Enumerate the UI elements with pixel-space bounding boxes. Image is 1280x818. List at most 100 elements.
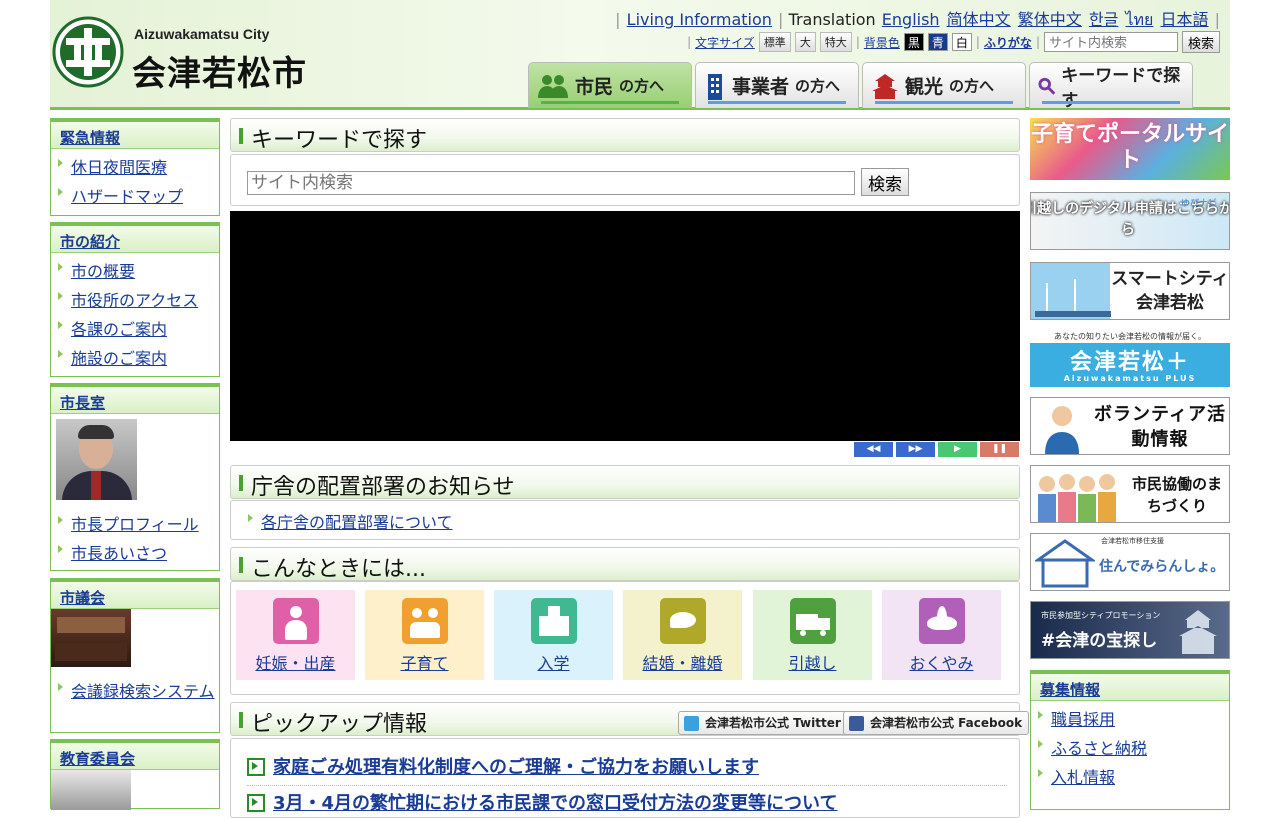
pickup-box: 家庭ごみ処理有料化制度へのご理解・ご協力をお願いします 3月・4月の繁忙期におけ… [230, 738, 1020, 818]
intro-link[interactable]: 市の紹介 [60, 233, 120, 251]
situation-marriage-link[interactable]: 結婚・離婚 [642, 654, 722, 673]
education-heading: 教育委員会 [51, 740, 219, 770]
education-link[interactable]: 教育委員会 [60, 750, 135, 768]
departments-link[interactable]: 各課のご案内 [71, 320, 167, 339]
situation-condolence-link[interactable]: おくやみ [909, 654, 973, 673]
lang-japanese-link[interactable]: 日本語 [1161, 10, 1209, 29]
situation-marriage-tile[interactable]: 結婚・離婚 [623, 590, 742, 680]
font-size-normal-button[interactable]: 標準 [758, 32, 791, 52]
lang-zh-hans-link[interactable]: 简体中文 [947, 10, 1011, 29]
translation-label: Translation [788, 10, 876, 29]
situation-moving-link[interactable]: 引越し [788, 654, 836, 673]
smart-city-banner[interactable]: スマートシティ会津若松 [1030, 262, 1230, 320]
holiday-medical-link[interactable]: 休日夜間医療 [71, 158, 167, 177]
sidebar-item-mayor-greeting: 市長あいさつ [51, 539, 219, 568]
hazard-map-link[interactable]: ハザードマップ [71, 187, 183, 206]
pickup-link-reception[interactable]: 3月・4月の繁忙期における市民課での窓口受付方法の変更等について [273, 793, 838, 814]
bid-info-link[interactable]: 入札情報 [1051, 768, 1115, 787]
bg-color-label[interactable]: 背景色 [864, 34, 900, 51]
situation-enrollment-tile[interactable]: 入学 [494, 590, 613, 680]
city-emblem-logo[interactable] [52, 16, 124, 88]
slide-play-button[interactable]: ▶ [938, 442, 977, 457]
bg-white-button[interactable]: 白 [951, 33, 972, 51]
nav-citizen-tab[interactable]: 市民 の方へ [528, 62, 692, 108]
lang-thai-link[interactable]: ไทย [1125, 10, 1153, 29]
lang-zh-hant-link[interactable]: 繁体中文 [1018, 10, 1082, 29]
header-search-button[interactable]: 検索 [1181, 31, 1220, 53]
council-link[interactable]: 市議会 [60, 589, 105, 607]
slide-pause-button[interactable]: ❚❚ [980, 442, 1019, 457]
banner-sub: あなたの知りたい会津若松の情報が届く。 [1030, 330, 1230, 343]
council-heading: 市議会 [51, 579, 219, 609]
main-search-button[interactable]: 検索 [861, 168, 909, 196]
main-search-input[interactable] [247, 171, 855, 195]
recruit-link[interactable]: 募集情報 [1040, 681, 1100, 699]
nav-business-tab[interactable]: 事業者 の方へ [695, 62, 859, 108]
situation-pregnancy-link[interactable]: 妊娠・出産 [255, 654, 335, 673]
twitter-button[interactable]: 会津若松市公式 Twitter [678, 711, 848, 735]
takara-banner[interactable]: 市民参加型シティプロモーション #会津の宝探し [1030, 601, 1230, 659]
nav-keyword-tab[interactable]: キーワードで探す [1029, 62, 1193, 111]
kosodate-portal-banner[interactable]: 子育てポータルサイト [1030, 118, 1230, 180]
furusato-tax-link[interactable]: ふるさと納税 [1051, 739, 1147, 758]
twitter-label: 会津若松市公式 Twitter [705, 716, 841, 730]
sidebar-item-access: 市役所のアクセス [51, 286, 219, 315]
notice-box: 各庁舎の配置部署について [230, 500, 1020, 540]
aizu-plus-banner[interactable]: あなたの知りたい会津若松の情報が届く。 会津若松＋ Aizuwakamatsu … [1030, 330, 1230, 387]
furigana-link[interactable]: ふりがな [984, 34, 1032, 51]
situation-enrollment-link[interactable]: 入学 [537, 654, 569, 673]
notice-item: 各庁舎の配置部署について [241, 508, 1019, 537]
access-link[interactable]: 市役所のアクセス [71, 291, 198, 310]
sidebar-item-overview: 市の概要 [51, 257, 219, 286]
situation-condolence-tile[interactable]: おくやみ [882, 590, 1001, 680]
accessibility-bar: | 文字サイズ 標準 大 特大 | 背景色 黒 青 白 | ふりがな | 検索 [687, 31, 1220, 53]
banner-en: Aizuwakamatsu PLUS [1063, 374, 1197, 383]
facilities-link[interactable]: 施設のご案内 [71, 349, 167, 368]
notice-section-heading: 庁舎の配置部署のお知らせ [230, 465, 1020, 500]
sidebar-item-departments: 各課のご案内 [51, 315, 219, 344]
pickup-link-garbage[interactable]: 家庭ごみ処理有料化制度へのご理解・ご協力をお願いします [273, 757, 759, 778]
iju-banner[interactable]: 会津若松市移住支援 住んでみらんしょ。 [1030, 533, 1230, 591]
facebook-button[interactable]: 会津若松市公式 Facebook [843, 711, 1030, 735]
recruit-heading: 募集情報 [1031, 671, 1229, 701]
font-size-xlarge-button[interactable]: 特大 [819, 32, 852, 52]
overview-link[interactable]: 市の概要 [71, 262, 135, 281]
pickup-item: 家庭ごみ処理有料化制度へのご理解・ご協力をお願いします [247, 753, 1007, 786]
council-box: 市議会 会議録検索システム [50, 578, 220, 733]
volunteer-banner[interactable]: ボランティア活動情報 [1030, 397, 1230, 455]
staff-recruit-link[interactable]: 職員採用 [1051, 710, 1115, 729]
kyodo-banner[interactable]: 市民協働のまちづくり [1030, 465, 1230, 523]
hikkoshi-digital-banner[interactable]: 引越しのデジタル申請はこちらから ゆびナビ [1030, 192, 1230, 250]
emergency-heading: 緊急情報 [51, 119, 219, 149]
situation-moving-tile[interactable]: 引越し [753, 590, 872, 680]
slide-next-button[interactable]: ▶▶ [896, 442, 935, 457]
search-icon [1038, 77, 1056, 95]
mayor-link[interactable]: 市長室 [60, 394, 105, 412]
bg-black-button[interactable]: 黒 [903, 33, 924, 51]
nav-citizen-suffix: の方へ [619, 77, 665, 95]
slideshow[interactable] [230, 211, 1020, 441]
volunteer-person-icon [1045, 406, 1079, 454]
situation-childcare-link[interactable]: 子育て [400, 654, 448, 673]
font-size-label[interactable]: 文字サイズ [695, 34, 755, 51]
slide-prev-button[interactable]: ◀◀ [854, 442, 893, 457]
council-photo [51, 609, 131, 667]
lang-english-link[interactable]: English [882, 10, 940, 29]
notice-link[interactable]: 各庁舎の配置部署について [261, 513, 453, 532]
header-search-input[interactable] [1043, 32, 1178, 52]
minutes-search-link[interactable]: 会議録検索システム [71, 682, 215, 701]
education-box: 教育委員会 [50, 739, 220, 810]
nav-tourism-tab[interactable]: 観光 の方へ [862, 62, 1026, 108]
intro-box: 市の紹介 市の概要 市役所のアクセス 各課のご案内 施設のご案内 [50, 222, 220, 377]
living-information-link[interactable]: Living Information [627, 10, 772, 29]
mayor-greeting-link[interactable]: 市長あいさつ [71, 544, 167, 563]
situation-pregnancy-tile[interactable]: 妊娠・出産 [236, 590, 355, 680]
emergency-link[interactable]: 緊急情報 [60, 129, 120, 147]
nav-tourism-suffix: の方へ [949, 77, 995, 95]
font-size-large-button[interactable]: 大 [794, 32, 816, 52]
situation-childcare-tile[interactable]: 子育て [365, 590, 484, 680]
mayor-profile-link[interactable]: 市長プロフィール [71, 515, 199, 534]
pickup-item: 3月・4月の繁忙期における市民課での窓口受付方法の変更等について [247, 789, 1007, 815]
bg-blue-button[interactable]: 青 [927, 33, 948, 51]
lang-korean-link[interactable]: 한글 [1089, 10, 1118, 29]
